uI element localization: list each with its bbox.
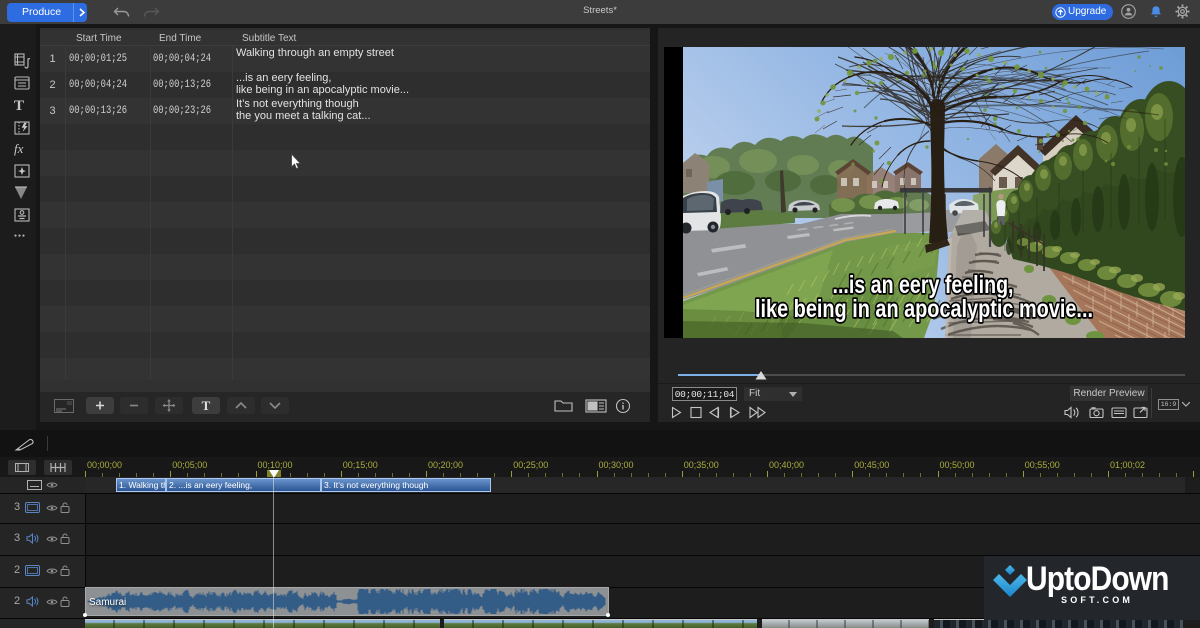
svg-text:like being in an apocalyptic m: like being in an apocalyptic movie...	[755, 295, 1093, 323]
